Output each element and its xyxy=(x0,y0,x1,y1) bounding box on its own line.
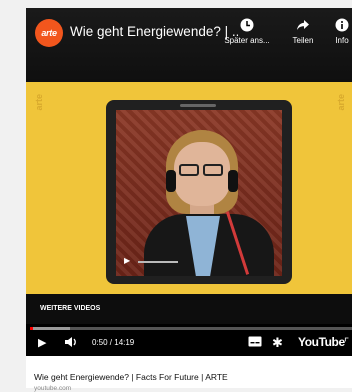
speaker-video: ▶ xyxy=(116,110,282,276)
youtube-logo[interactable]: YouTube xyxy=(298,335,345,349)
share-label: Teilen xyxy=(292,36,314,45)
arte-watermark-right: arte xyxy=(336,94,346,111)
video-title[interactable]: Wie geht Energiewende? | ... xyxy=(70,24,238,39)
player-top-bar: arte Wie geht Energiewende? | ... Später… xyxy=(26,8,352,82)
inner-progress-track xyxy=(138,261,178,263)
share-icon xyxy=(288,18,318,36)
inner-video-controls: ▶ xyxy=(124,252,274,272)
watch-later-button[interactable]: Später ans... xyxy=(222,18,272,45)
tablet-camera-bar xyxy=(180,104,216,107)
settings-gear-icon[interactable]: ✱ xyxy=(272,336,283,350)
arte-watermark: arte xyxy=(34,94,44,111)
more-videos-bar[interactable]: WEITERE VIDEOS xyxy=(26,294,352,324)
clock-icon xyxy=(222,18,272,36)
progress-played xyxy=(30,327,33,330)
info-label: Info xyxy=(335,36,349,45)
share-button[interactable]: Teilen xyxy=(288,18,318,45)
info-button[interactable]: Info xyxy=(332,18,352,45)
more-videos-label: WEITERE VIDEOS xyxy=(40,305,101,312)
inner-play-icon: ▶ xyxy=(124,256,131,265)
caption-source: youtube.com xyxy=(34,385,72,392)
info-icon xyxy=(332,18,352,36)
time-display: 0:50 / 14:19 xyxy=(92,338,135,347)
play-icon[interactable]: ▶ xyxy=(38,336,46,350)
channel-avatar[interactable]: arte xyxy=(35,19,63,47)
channel-logo-text: arte xyxy=(41,28,57,38)
volume-icon[interactable] xyxy=(64,336,78,352)
video-player[interactable]: arte Wie geht Energiewende? | ... Später… xyxy=(26,8,352,356)
video-frame[interactable]: arte arte ▶ xyxy=(26,82,352,294)
caption-title[interactable]: Wie geht Energiewende? | Facts For Futur… xyxy=(34,372,228,382)
headset-icon xyxy=(166,170,238,194)
progress-buffered xyxy=(30,327,70,330)
fullscreen-icon[interactable]: ⌜ xyxy=(344,336,349,350)
embed-card: arte Wie geht Energiewende? | ... Später… xyxy=(26,8,352,392)
tablet-frame: ▶ xyxy=(106,100,292,284)
watch-later-label: Später ans... xyxy=(224,36,270,45)
subtitles-icon[interactable] xyxy=(248,336,262,351)
progress-track[interactable] xyxy=(30,327,352,330)
